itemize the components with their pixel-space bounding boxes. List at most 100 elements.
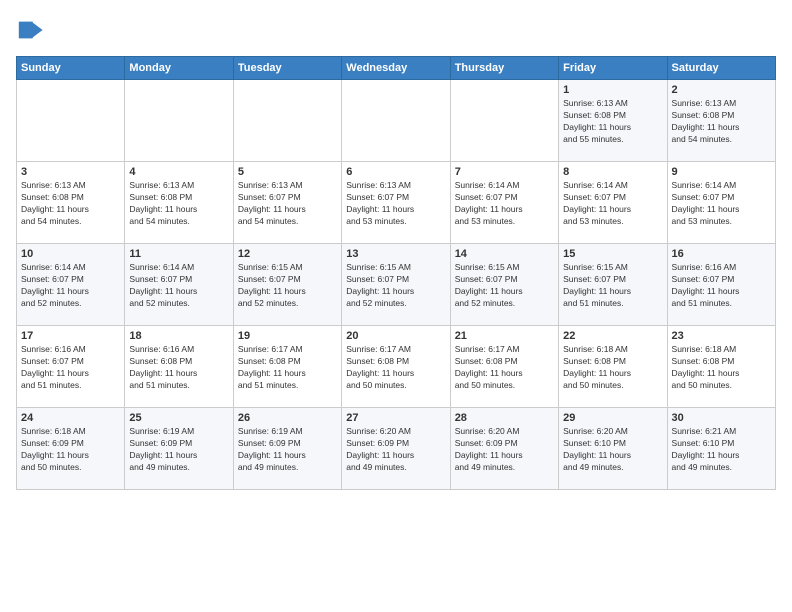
calendar-cell: 20 Sunrise: 6:17 AM Sunset: 6:08 PM Dayli… [342, 326, 450, 408]
calendar-week-2: 3Sunrise: 6:13 AM Sunset: 6:08 PM Daylig… [17, 162, 776, 244]
day-number: 10 [21, 248, 120, 260]
calendar-cell: 16 Sunrise: 6:16 AM Sunset: 6:07 PM Dayli… [667, 244, 775, 326]
calendar-week-1: 1 Sunrise: 6:13 AM Sunset: 6:08 PM Daylig… [17, 80, 776, 162]
calendar-cell: 13 Sunrise: 6:15 AM Sunset: 6:07 PM Dayli… [342, 244, 450, 326]
day-info: Sunrise: 6:13 AM Sunset: 6:08 PM Dayligh… [672, 98, 771, 146]
calendar-table: SundayMondayTuesdayWednesdayThursdayFrid… [16, 56, 776, 490]
day-info: Sunrise: 6:20 AM Sunset: 6:09 PM Dayligh… [455, 426, 554, 474]
column-header-sunday: Sunday [17, 57, 125, 80]
day-number: 24 [21, 412, 120, 424]
day-number: 27 [346, 412, 445, 424]
calendar-cell: 26Sunrise: 6:19 AM Sunset: 6:09 PM Dayli… [233, 408, 341, 490]
day-number: 19 [238, 330, 337, 342]
calendar-cell: 1 Sunrise: 6:13 AM Sunset: 6:08 PM Daylig… [559, 80, 667, 162]
day-info: Sunrise: 6:14 AM Sunset: 6:07 PM Dayligh… [672, 180, 771, 228]
calendar-week-4: 17 Sunrise: 6:16 AM Sunset: 6:07 PM Dayli… [17, 326, 776, 408]
day-info: Sunrise: 6:17 AM Sunset: 6:08 PM Dayligh… [238, 344, 337, 392]
day-number: 9 [672, 166, 771, 178]
day-number: 1 [563, 84, 662, 96]
calendar-cell: 10 Sunrise: 6:14 AM Sunset: 6:07 PM Dayli… [17, 244, 125, 326]
day-info: Sunrise: 6:19 AM Sunset: 6:09 PM Dayligh… [129, 426, 228, 474]
column-header-monday: Monday [125, 57, 233, 80]
calendar-cell: 11Sunrise: 6:14 AM Sunset: 6:07 PM Dayli… [125, 244, 233, 326]
column-header-thursday: Thursday [450, 57, 558, 80]
day-info: Sunrise: 6:17 AM Sunset: 6:08 PM Dayligh… [455, 344, 554, 392]
calendar-cell: 24Sunrise: 6:18 AM Sunset: 6:09 PM Dayli… [17, 408, 125, 490]
calendar-cell: 14 Sunrise: 6:15 AM Sunset: 6:07 PM Dayli… [450, 244, 558, 326]
day-number: 14 [455, 248, 554, 260]
column-header-wednesday: Wednesday [342, 57, 450, 80]
day-number: 26 [238, 412, 337, 424]
calendar-week-5: 24Sunrise: 6:18 AM Sunset: 6:09 PM Dayli… [17, 408, 776, 490]
day-number: 13 [346, 248, 445, 260]
logo [16, 16, 48, 44]
calendar-cell [342, 80, 450, 162]
day-number: 28 [455, 412, 554, 424]
calendar-cell: 5Sunrise: 6:13 AM Sunset: 6:07 PM Daylig… [233, 162, 341, 244]
day-info: Sunrise: 6:14 AM Sunset: 6:07 PM Dayligh… [563, 180, 662, 228]
day-info: Sunrise: 6:18 AM Sunset: 6:08 PM Dayligh… [672, 344, 771, 392]
day-info: Sunrise: 6:14 AM Sunset: 6:07 PM Dayligh… [21, 262, 120, 310]
day-info: Sunrise: 6:13 AM Sunset: 6:08 PM Dayligh… [129, 180, 228, 228]
day-info: Sunrise: 6:15 AM Sunset: 6:07 PM Dayligh… [346, 262, 445, 310]
calendar-cell: 7 Sunrise: 6:14 AM Sunset: 6:07 PM Daylig… [450, 162, 558, 244]
day-info: Sunrise: 6:15 AM Sunset: 6:07 PM Dayligh… [238, 262, 337, 310]
day-number: 12 [238, 248, 337, 260]
calendar-cell: 30 Sunrise: 6:21 AM Sunset: 6:10 PM Dayli… [667, 408, 775, 490]
calendar-cell: 19 Sunrise: 6:17 AM Sunset: 6:08 PM Dayli… [233, 326, 341, 408]
day-number: 29 [563, 412, 662, 424]
calendar-cell: 21 Sunrise: 6:17 AM Sunset: 6:08 PM Dayli… [450, 326, 558, 408]
column-header-tuesday: Tuesday [233, 57, 341, 80]
day-info: Sunrise: 6:16 AM Sunset: 6:07 PM Dayligh… [21, 344, 120, 392]
day-number: 7 [455, 166, 554, 178]
calendar-cell: 22 Sunrise: 6:18 AM Sunset: 6:08 PM Dayli… [559, 326, 667, 408]
calendar-cell: 27Sunrise: 6:20 AM Sunset: 6:09 PM Dayli… [342, 408, 450, 490]
column-header-saturday: Saturday [667, 57, 775, 80]
day-number: 11 [129, 248, 228, 260]
calendar-cell: 3Sunrise: 6:13 AM Sunset: 6:08 PM Daylig… [17, 162, 125, 244]
calendar-header: SundayMondayTuesdayWednesdayThursdayFrid… [17, 57, 776, 80]
day-info: Sunrise: 6:13 AM Sunset: 6:07 PM Dayligh… [238, 180, 337, 228]
day-number: 6 [346, 166, 445, 178]
calendar-cell: 15 Sunrise: 6:15 AM Sunset: 6:07 PM Dayli… [559, 244, 667, 326]
day-number: 15 [563, 248, 662, 260]
day-info: Sunrise: 6:20 AM Sunset: 6:10 PM Dayligh… [563, 426, 662, 474]
day-info: Sunrise: 6:16 AM Sunset: 6:08 PM Dayligh… [129, 344, 228, 392]
day-number: 17 [21, 330, 120, 342]
logo-icon [16, 16, 44, 44]
day-number: 16 [672, 248, 771, 260]
day-info: Sunrise: 6:14 AM Sunset: 6:07 PM Dayligh… [455, 180, 554, 228]
day-number: 23 [672, 330, 771, 342]
day-number: 20 [346, 330, 445, 342]
calendar-cell: 18Sunrise: 6:16 AM Sunset: 6:08 PM Dayli… [125, 326, 233, 408]
column-header-friday: Friday [559, 57, 667, 80]
calendar-cell: 4 Sunrise: 6:13 AM Sunset: 6:08 PM Daylig… [125, 162, 233, 244]
calendar-week-3: 10 Sunrise: 6:14 AM Sunset: 6:07 PM Dayli… [17, 244, 776, 326]
calendar-cell [17, 80, 125, 162]
calendar-cell: 2Sunrise: 6:13 AM Sunset: 6:08 PM Daylig… [667, 80, 775, 162]
day-info: Sunrise: 6:15 AM Sunset: 6:07 PM Dayligh… [455, 262, 554, 310]
calendar-cell: 9 Sunrise: 6:14 AM Sunset: 6:07 PM Daylig… [667, 162, 775, 244]
day-number: 22 [563, 330, 662, 342]
calendar-cell [233, 80, 341, 162]
day-info: Sunrise: 6:18 AM Sunset: 6:08 PM Dayligh… [563, 344, 662, 392]
day-number: 4 [129, 166, 228, 178]
page-header [16, 16, 776, 44]
calendar-cell: 8Sunrise: 6:14 AM Sunset: 6:07 PM Daylig… [559, 162, 667, 244]
day-number: 30 [672, 412, 771, 424]
day-info: Sunrise: 6:13 AM Sunset: 6:08 PM Dayligh… [563, 98, 662, 146]
day-info: Sunrise: 6:21 AM Sunset: 6:10 PM Dayligh… [672, 426, 771, 474]
calendar-cell [450, 80, 558, 162]
day-info: Sunrise: 6:16 AM Sunset: 6:07 PM Dayligh… [672, 262, 771, 310]
calendar-cell: 17 Sunrise: 6:16 AM Sunset: 6:07 PM Dayli… [17, 326, 125, 408]
calendar-cell: 6Sunrise: 6:13 AM Sunset: 6:07 PM Daylig… [342, 162, 450, 244]
calendar-cell: 28 Sunrise: 6:20 AM Sunset: 6:09 PM Dayli… [450, 408, 558, 490]
day-number: 21 [455, 330, 554, 342]
calendar-cell: 23 Sunrise: 6:18 AM Sunset: 6:08 PM Dayli… [667, 326, 775, 408]
day-info: Sunrise: 6:15 AM Sunset: 6:07 PM Dayligh… [563, 262, 662, 310]
calendar-cell: 12 Sunrise: 6:15 AM Sunset: 6:07 PM Dayli… [233, 244, 341, 326]
day-info: Sunrise: 6:17 AM Sunset: 6:08 PM Dayligh… [346, 344, 445, 392]
calendar-cell [125, 80, 233, 162]
calendar-body: 1 Sunrise: 6:13 AM Sunset: 6:08 PM Daylig… [17, 80, 776, 490]
day-number: 25 [129, 412, 228, 424]
